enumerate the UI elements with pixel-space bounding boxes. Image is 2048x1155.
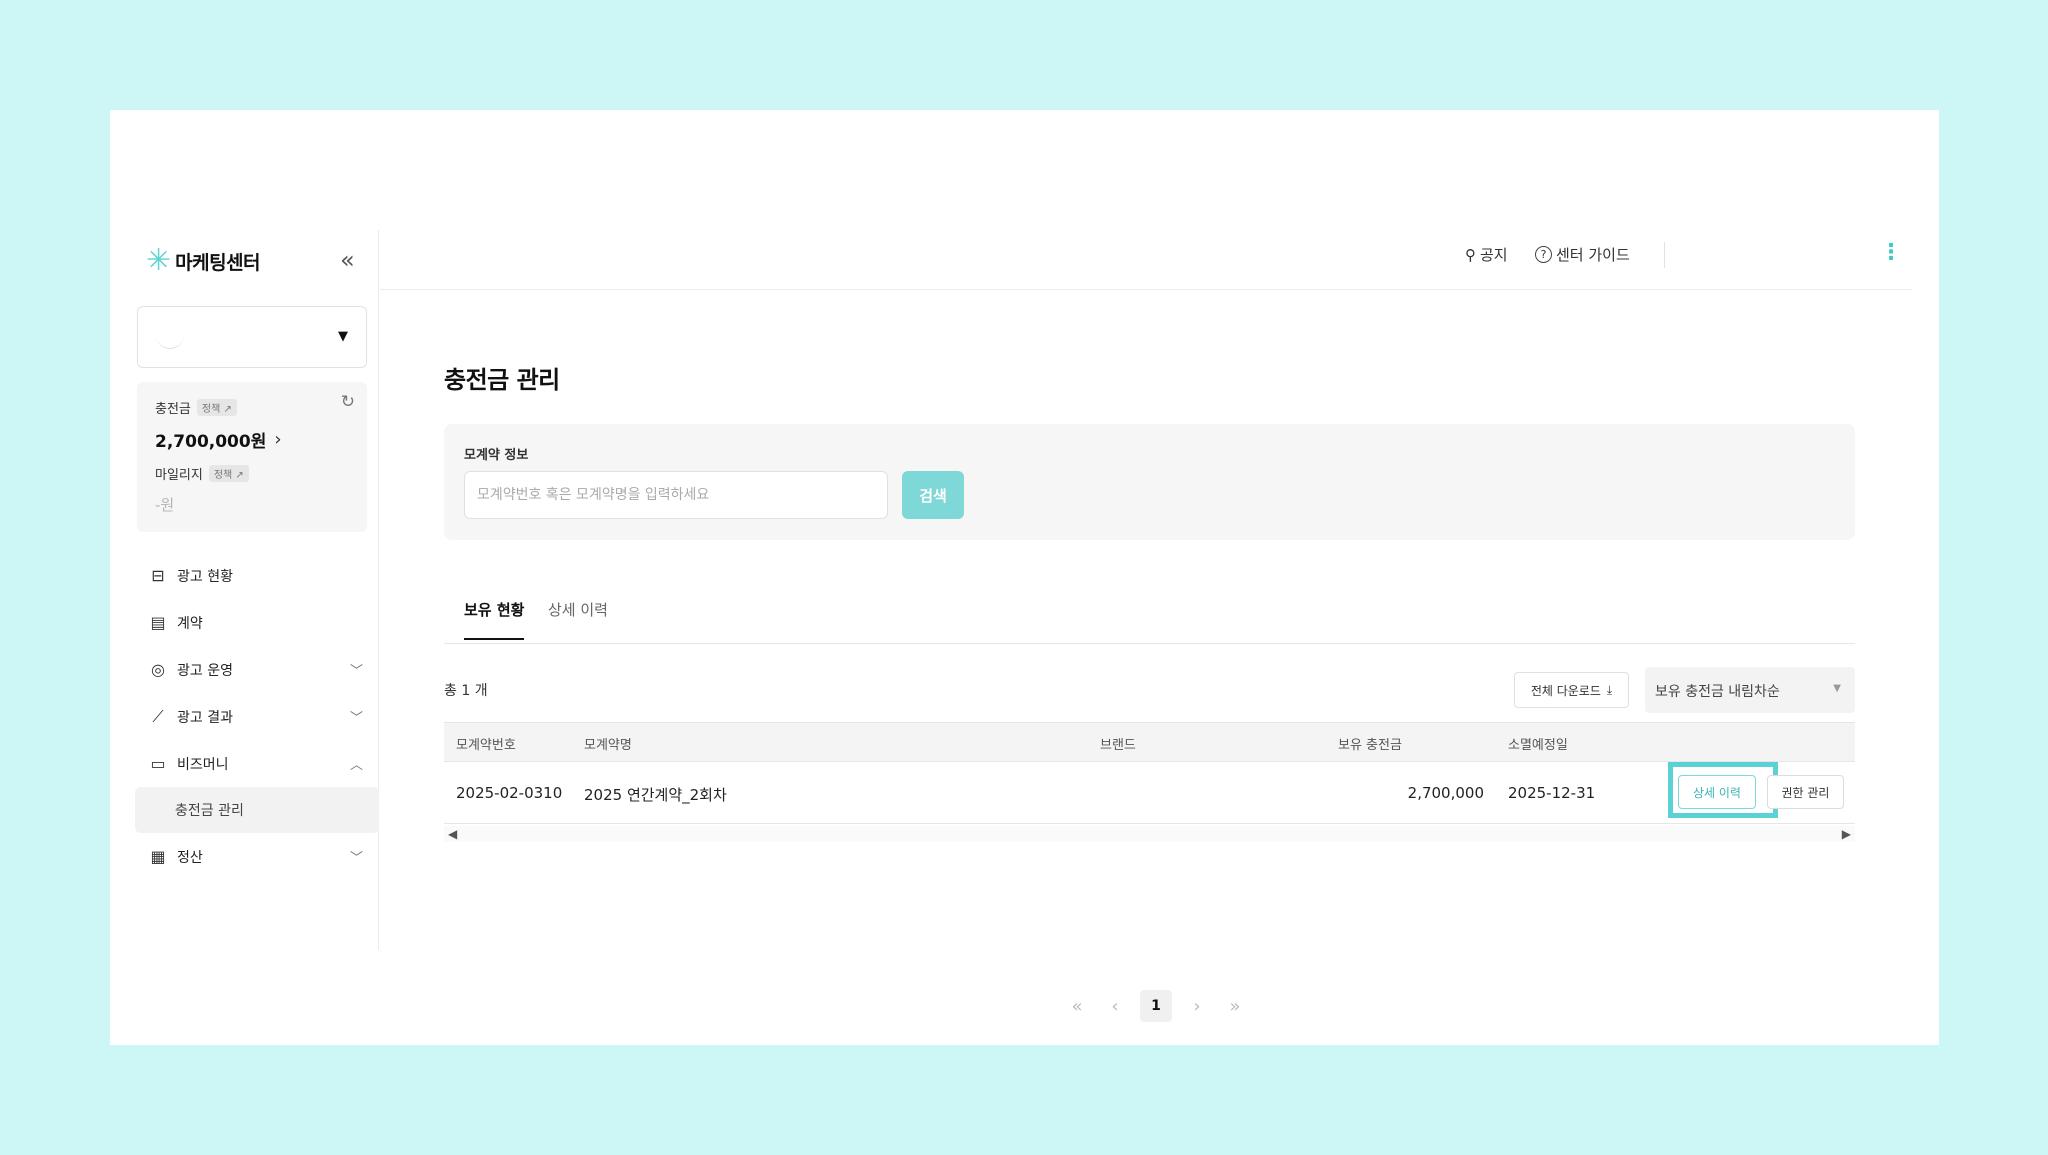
mileage-label: 마일리지 (155, 468, 203, 483)
settlement-icon: ▦ (150, 847, 166, 866)
refresh-icon[interactable]: ↻ (341, 392, 355, 412)
charge-label-row: 충전금 정책 ↗ (155, 398, 237, 417)
cell-expiry: 2025-12-31 (1508, 784, 1596, 802)
logo-star-icon: ✳ (146, 243, 172, 278)
account-avatar-icon (156, 335, 184, 349)
prev-page-icon[interactable]: ‹ (1102, 990, 1128, 1022)
mileage-label-row: 마일리지 정책 ↗ (155, 464, 249, 483)
search-panel: 모계약 정보 검색 (444, 424, 1855, 540)
last-page-icon[interactable]: » (1222, 990, 1248, 1022)
pagination: « ‹ 1 › » (1064, 990, 1248, 1022)
caret-down-icon: ▼ (1833, 683, 1841, 694)
page-number-current[interactable]: 1 (1140, 990, 1172, 1022)
sidebar-item-label: 정산 (177, 849, 203, 866)
download-all-button[interactable]: 전체 다운로드 ⤓ (1514, 672, 1629, 708)
charge-policy-link[interactable]: 정책 ↗ (196, 399, 237, 416)
chevron-down-icon: ﹀ (349, 851, 363, 866)
sidebar-item-ad-status[interactable]: ⊟ 광고 현황 (137, 552, 377, 599)
sidebar: ✳ 마케팅센터 « ▼ 충전금 정책 ↗ ↻ 2,700,000원 › 마일리지… (110, 230, 379, 950)
logo-text: 마케팅센터 (175, 251, 261, 274)
chevron-down-icon: ﹀ (349, 664, 363, 679)
notice-link[interactable]: ⚲ 공지 (1465, 244, 1508, 265)
ad-status-icon: ⊟ (151, 566, 165, 585)
app-frame: ✳ 마케팅센터 « ▼ 충전금 정책 ↗ ↻ 2,700,000원 › 마일리지… (110, 110, 1939, 1045)
page-title: 충전금 관리 (444, 366, 560, 394)
balance-card: 충전금 정책 ↗ ↻ 2,700,000원 › 마일리지 정책 ↗ -원 (137, 382, 367, 532)
col-brand: 브랜드 (1100, 738, 1136, 753)
cell-balance: 2,700,000 (1407, 784, 1484, 802)
sidebar-item-label: 광고 현황 (177, 568, 233, 585)
table-row: 2025-02-0310 2025 연간계약_2회차 2,700,000 202… (444, 762, 1855, 824)
tab-bar: 보유 현황 상세 이력 (444, 582, 1855, 644)
mileage-value: -원 (155, 496, 175, 514)
main-content: 충전금 관리 모계약 정보 검색 보유 현황 상세 이력 총 1 개 전체 다운… (444, 360, 1855, 1022)
bizmoney-icon: ▭ (150, 754, 166, 773)
charge-value-link[interactable]: 2,700,000원 › (155, 427, 282, 452)
col-contract-name: 모계약명 (584, 738, 632, 753)
next-page-icon[interactable]: › (1184, 990, 1210, 1022)
sidebar-item-contract[interactable]: ▤ 계약 (137, 599, 377, 646)
cell-contract-name: 2025 연간계약_2회차 (584, 786, 727, 804)
sidebar-item-label: 광고 운영 (177, 662, 233, 679)
col-contract-no: 모계약번호 (456, 738, 516, 753)
help-icon: ? (1535, 246, 1552, 263)
tab-holdings[interactable]: 보유 현황 (464, 599, 525, 640)
account-select[interactable]: ▼ (137, 306, 367, 368)
scroll-right-icon[interactable]: ▶ (1842, 827, 1851, 841)
chevron-right-icon: › (274, 429, 282, 450)
guide-label: 센터 가이드 (1556, 246, 1630, 264)
sidebar-item-settlement[interactable]: ▦ 정산 ﹀ (137, 833, 377, 880)
sort-value: 보유 충전금 내림차순 (1655, 684, 1780, 700)
chevron-down-icon: ﹀ (349, 711, 363, 726)
horizontal-scrollbar[interactable]: ◀ ▶ (444, 826, 1855, 842)
contract-search-input[interactable] (464, 471, 888, 519)
center-guide-link[interactable]: ? 센터 가이드 (1535, 244, 1630, 265)
tab-detail-history[interactable]: 상세 이력 (548, 599, 608, 638)
notice-label: 공지 (1480, 246, 1508, 264)
cell-contract-no: 2025-02-0310 (456, 784, 563, 802)
first-page-icon[interactable]: « (1064, 990, 1090, 1022)
top-header: ⚲ 공지 ? 센터 가이드 ⋮ (380, 230, 1912, 290)
permission-manage-button[interactable]: 권한 관리 (1767, 775, 1844, 809)
more-vertical-icon[interactable]: ⋮ (1880, 240, 1902, 266)
chevron-up-icon: ︿ (349, 758, 363, 773)
total-count: 총 1 개 (444, 683, 488, 699)
sidebar-item-label: 광고 결과 (177, 709, 233, 726)
holdings-table: 모계약번호 모계약명 브랜드 보유 충전금 소멸예정일 2025-02-0310… (444, 722, 1855, 842)
ad-result-icon: ⟋ (152, 706, 164, 726)
scroll-left-icon[interactable]: ◀ (448, 827, 457, 841)
sidebar-item-label: 계약 (177, 615, 203, 632)
download-icon: ⤓ (1606, 682, 1613, 697)
detail-history-button[interactable]: 상세 이력 (1678, 775, 1756, 809)
col-balance: 보유 충전금 (1338, 738, 1402, 753)
search-button[interactable]: 검색 (902, 471, 964, 519)
charge-value: 2,700,000원 (155, 432, 267, 452)
sort-select[interactable]: 보유 충전금 내림차순 ▼ (1645, 667, 1855, 713)
ad-operation-icon: ◎ (151, 660, 165, 679)
caret-down-icon: ▼ (338, 329, 348, 344)
logo[interactable]: ✳ 마케팅센터 (146, 243, 261, 278)
sidebar-item-ad-result[interactable]: ⟋ 광고 결과 ﹀ (137, 693, 377, 740)
col-expiry: 소멸예정일 (1508, 738, 1568, 753)
sidebar-item-label: 비즈머니 (177, 756, 229, 773)
header-divider (1664, 242, 1665, 268)
collapse-sidebar-icon[interactable]: « (340, 246, 355, 274)
charge-label: 충전금 (155, 402, 191, 417)
search-label: 모계약 정보 (464, 448, 529, 463)
mileage-policy-link[interactable]: 정책 ↗ (208, 465, 249, 482)
table-header: 모계약번호 모계약명 브랜드 보유 충전금 소멸예정일 (444, 722, 1855, 762)
contract-icon: ▤ (150, 613, 166, 632)
sidebar-item-ad-operation[interactable]: ◎ 광고 운영 ﹀ (137, 646, 377, 693)
sidebar-nav: ⊟ 광고 현황 ▤ 계약 ◎ 광고 운영 ﹀ ⟋ 광고 결과 ﹀ ▭ 비즈머니 … (135, 552, 379, 880)
sidebar-item-bizmoney[interactable]: ▭ 비즈머니 ︿ (137, 740, 377, 787)
pin-icon: ⚲ (1465, 245, 1476, 264)
sidebar-subitem-charge-management[interactable]: 충전금 관리 (135, 787, 379, 833)
download-label: 전체 다운로드 (1530, 683, 1601, 698)
